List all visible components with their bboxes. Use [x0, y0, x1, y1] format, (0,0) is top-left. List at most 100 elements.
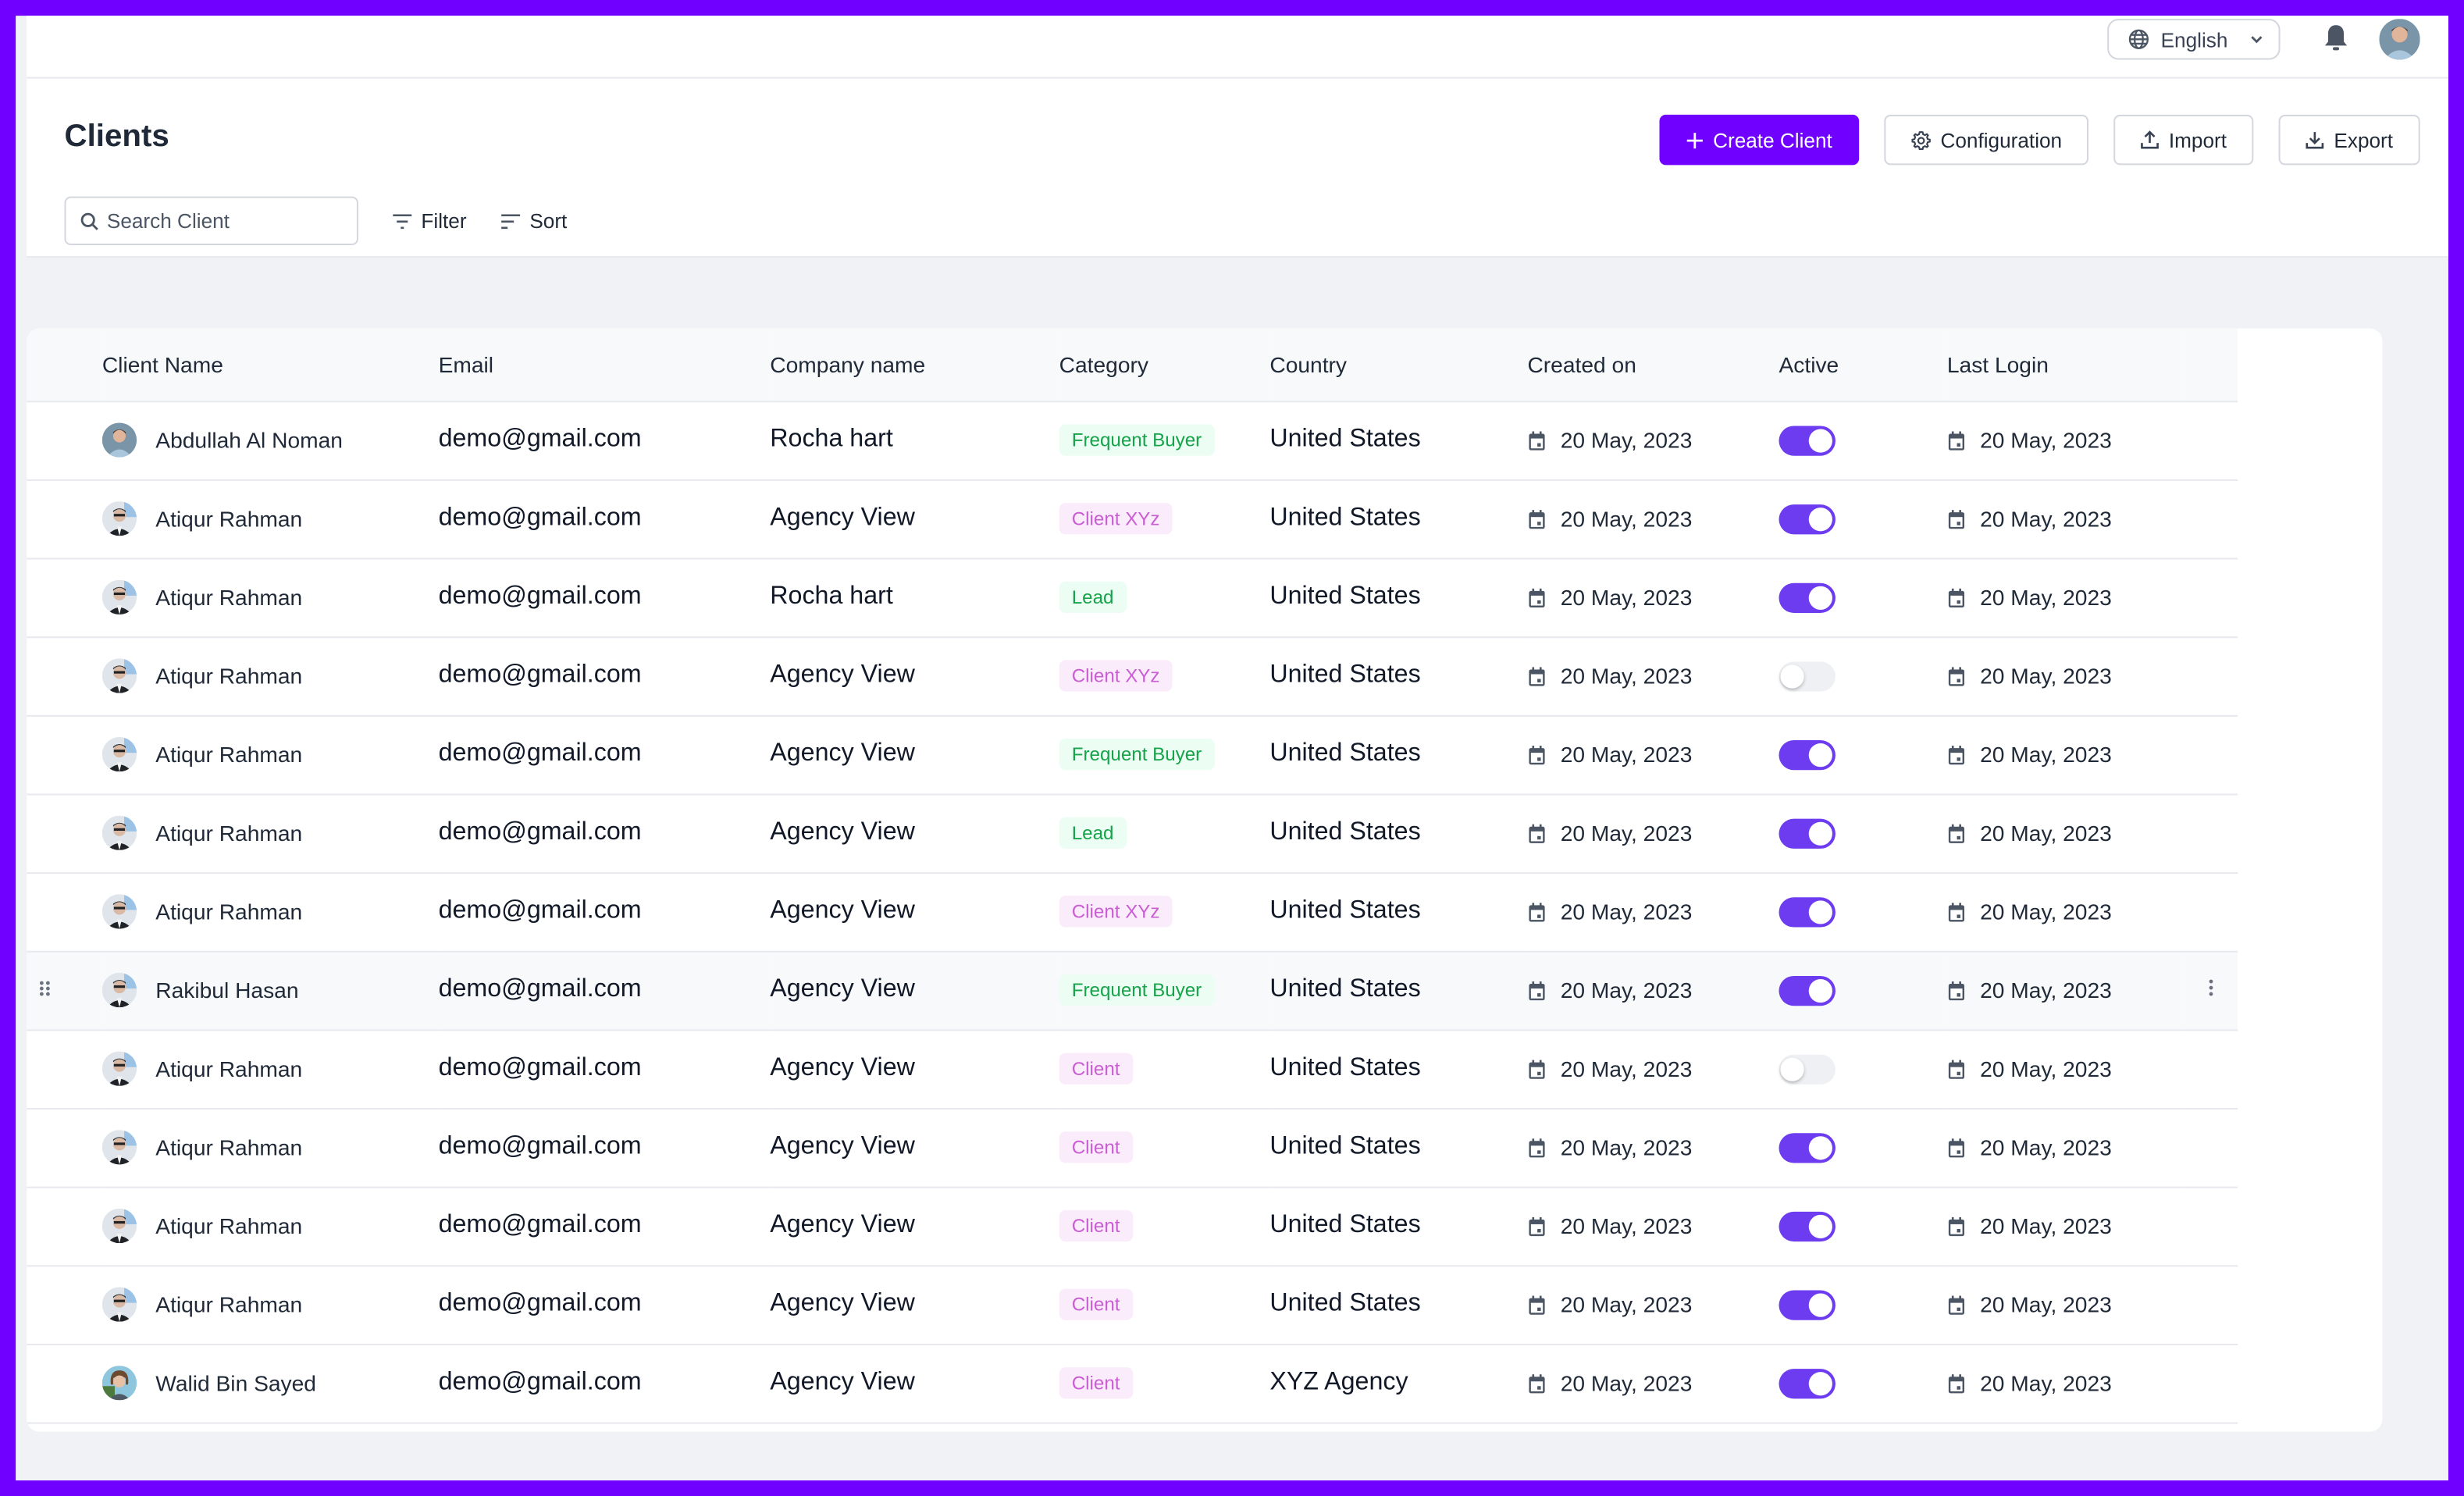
table-row[interactable]: Rakibul Hasan demo@gmail.com Agency View Fr…: [27, 950, 2238, 1031]
created-on-cell: 20 May, 2023: [1527, 872, 1779, 952]
table-row[interactable]: Atiqur Rahman demo@gmail.com Agency View Cl…: [27, 1029, 2238, 1110]
toggle-knob: [1808, 978, 1832, 1003]
active-toggle[interactable]: [1779, 425, 1836, 455]
calendar-icon: [1948, 980, 1964, 1000]
drag-handle-icon[interactable]: [38, 981, 49, 996]
active-toggle[interactable]: [1779, 974, 1836, 1006]
email-cell: demo@gmail.com: [438, 479, 771, 559]
client-name[interactable]: Atiqur Rahman: [155, 663, 302, 688]
country-cell: United States: [1269, 479, 1528, 559]
column-header-email[interactable]: Email: [438, 328, 771, 402]
client-name[interactable]: Rakibul Hasan: [155, 978, 298, 1003]
client-name[interactable]: Atiqur Rahman: [155, 1134, 302, 1159]
category-cell: Client: [1059, 1343, 1270, 1423]
last-login-cell: 20 May, 2023: [1946, 479, 2183, 559]
table-row[interactable]: Atiqur Rahman demo@gmail.com Agency View Cl…: [27, 1108, 2238, 1188]
toggle-knob: [1808, 585, 1832, 609]
sort-button[interactable]: Sort: [501, 197, 567, 245]
table-row[interactable]: Abdullah Al Noman demo@gmail.com Rocha har…: [27, 401, 2238, 480]
client-name-cell: Atiqur Rahman: [101, 1108, 439, 1188]
table-row[interactable]: Atiqur Rahman demo@gmail.com Agency View Cl…: [27, 479, 2238, 559]
table-row[interactable]: Atiqur Rahman demo@gmail.com Agency View Fr…: [27, 714, 2238, 795]
search-field[interactable]: [64, 196, 358, 245]
created-date: 20 May, 2023: [1560, 820, 1693, 846]
create-client-button[interactable]: Create Client: [1659, 114, 1860, 166]
client-name[interactable]: Atiqur Rahman: [155, 506, 302, 531]
created-on-cell: 20 May, 2023: [1527, 636, 1779, 716]
table-row[interactable]: Atiqur Rahman demo@gmail.com Agency View Cl…: [27, 1186, 2238, 1266]
bell-icon[interactable]: [2323, 23, 2349, 53]
column-header-created-on[interactable]: Created on: [1527, 328, 1779, 402]
active-toggle[interactable]: [1779, 1289, 1836, 1320]
column-header-client-name[interactable]: Client Name: [101, 328, 439, 402]
category-badge: Client XYz: [1059, 503, 1173, 535]
active-toggle[interactable]: [1779, 504, 1836, 534]
table-row[interactable]: Atiqur Rahman demo@gmail.com Rocha hart Lea…: [27, 557, 2238, 638]
column-header-country[interactable]: Country: [1269, 328, 1528, 402]
table-row[interactable]: Atiqur Rahman demo@gmail.com Agency View Le…: [27, 793, 2238, 874]
filter-button[interactable]: Filter: [393, 197, 467, 245]
client-name[interactable]: Atiqur Rahman: [155, 1213, 302, 1238]
country-cell: United States: [1269, 401, 1528, 480]
client-name[interactable]: Walid Bin Sayed: [155, 1370, 316, 1395]
sort-icon: [501, 213, 521, 229]
created-date: 20 May, 2023: [1560, 1134, 1693, 1160]
page-title: Clients: [64, 119, 169, 155]
category-badge: Client: [1059, 1367, 1133, 1399]
client-name[interactable]: Abdullah Al Noman: [155, 427, 343, 452]
client-name[interactable]: Atiqur Rahman: [155, 899, 302, 924]
column-header-active[interactable]: Active: [1779, 328, 1947, 402]
created-on-cell: 20 May, 2023: [1527, 1343, 1779, 1423]
category-badge: Client: [1059, 1131, 1133, 1163]
column-header-company[interactable]: Company name: [770, 328, 1059, 402]
row-actions-cell: [2182, 636, 2238, 716]
drag-cell: [27, 714, 102, 795]
category-cell: Client: [1059, 1186, 1270, 1266]
active-toggle[interactable]: [1779, 817, 1836, 848]
last-login-cell: 20 May, 2023: [1946, 401, 2183, 480]
active-toggle[interactable]: [1779, 896, 1836, 927]
table-row[interactable]: Atiqur Rahman demo@gmail.com Agency View Cl…: [27, 872, 2238, 952]
language-selector[interactable]: English: [2107, 19, 2281, 60]
created-date: 20 May, 2023: [1560, 1370, 1693, 1396]
country-cell: United States: [1269, 557, 1528, 638]
search-input[interactable]: [106, 208, 327, 233]
active-toggle[interactable]: [1779, 1210, 1836, 1241]
client-name[interactable]: Atiqur Rahman: [155, 585, 302, 610]
column-header-category[interactable]: Category: [1059, 328, 1270, 402]
column-header-last-login[interactable]: Last Login: [1946, 328, 2183, 402]
configuration-button[interactable]: Configuration: [1884, 114, 2089, 166]
active-toggle[interactable]: [1779, 1132, 1836, 1163]
active-toggle[interactable]: [1779, 661, 1836, 691]
avatar: [101, 1366, 137, 1401]
import-button[interactable]: Import: [2113, 114, 2254, 166]
client-name[interactable]: Atiqur Rahman: [155, 1056, 302, 1081]
more-options-icon[interactable]: [2207, 979, 2213, 996]
created-date: 20 May, 2023: [1560, 1056, 1693, 1081]
category-badge: Client XYz: [1059, 896, 1173, 928]
country-cell: XYZ Agency: [1269, 1343, 1528, 1423]
export-button[interactable]: Export: [2278, 114, 2420, 166]
active-toggle[interactable]: [1779, 582, 1836, 612]
active-toggle[interactable]: [1779, 1053, 1836, 1084]
avatar: [101, 1130, 137, 1165]
row-actions-cell: [2182, 950, 2238, 1031]
active-cell: [1779, 950, 1947, 1031]
country-cell: United States: [1269, 950, 1528, 1031]
language-label: English: [2160, 27, 2228, 52]
last-login-cell: 20 May, 2023: [1946, 1265, 2183, 1345]
client-name[interactable]: Atiqur Rahman: [155, 821, 302, 846]
active-toggle[interactable]: [1779, 1368, 1836, 1398]
avatar[interactable]: [2379, 19, 2420, 60]
calendar-icon: [1529, 745, 1545, 764]
active-toggle[interactable]: [1779, 739, 1836, 770]
drag-cell: [27, 1343, 102, 1423]
drag-cell: [27, 1108, 102, 1188]
table-row[interactable]: Atiqur Rahman demo@gmail.com Agency View Cl…: [27, 636, 2238, 716]
table-row[interactable]: Atiqur Rahman demo@gmail.com Agency View Cl…: [27, 1265, 2238, 1345]
calendar-icon: [1529, 902, 1545, 921]
avatar: [101, 579, 137, 615]
table-row[interactable]: Walid Bin Sayed demo@gmail.com Agency View…: [27, 1343, 2238, 1423]
client-name[interactable]: Atiqur Rahman: [155, 1292, 302, 1317]
client-name[interactable]: Atiqur Rahman: [155, 742, 302, 767]
